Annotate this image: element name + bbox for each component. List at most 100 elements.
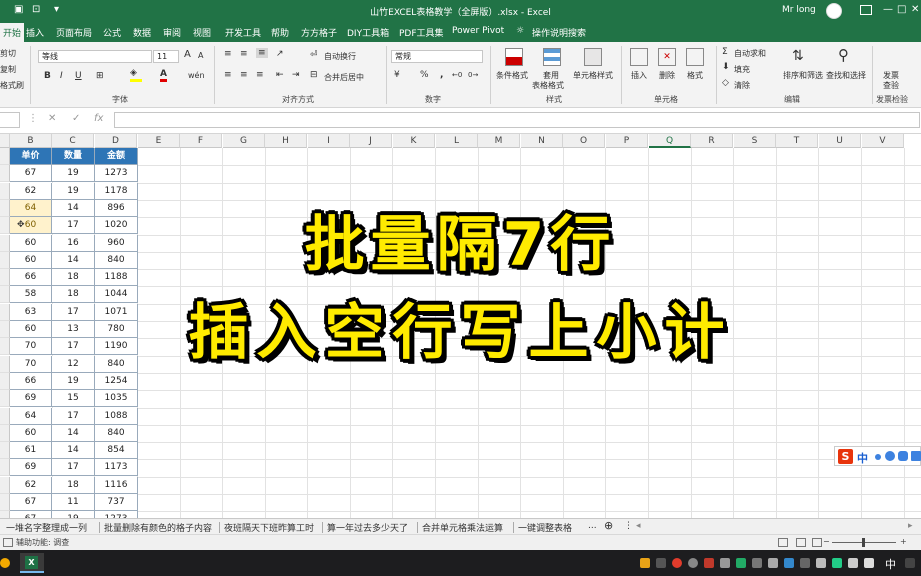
wrap-text-button[interactable]: 自动换行 xyxy=(324,51,356,62)
tray-app-icon[interactable] xyxy=(640,558,650,568)
ime-toolbar[interactable]: S 中 xyxy=(834,446,921,466)
column-header[interactable]: O xyxy=(563,134,605,148)
table-cell[interactable]: 19 xyxy=(52,165,95,182)
font-color-button[interactable]: A xyxy=(160,69,167,82)
tray-app-icon[interactable] xyxy=(768,558,778,568)
delete-cells-button[interactable]: 删除 xyxy=(659,70,675,81)
sheet-tab[interactable]: 批量删除有颜色的格子内容 xyxy=(104,521,212,534)
excel-taskbar-button[interactable]: X xyxy=(20,553,44,573)
column-header[interactable]: F xyxy=(180,134,222,148)
row-header[interactable] xyxy=(0,373,10,390)
sheet-tab[interactable]: 夜班隔天下班昨算工时 xyxy=(224,521,314,534)
table-cell[interactable]: 69 xyxy=(10,390,52,407)
tray-app-icon[interactable] xyxy=(816,558,826,568)
merge-center-button[interactable]: 合并后居中 xyxy=(324,72,364,83)
conditional-format-button[interactable]: 条件格式 xyxy=(496,70,528,81)
tab-diy-toolbox[interactable]: DIY工具箱 xyxy=(347,26,389,39)
more-sheets-button[interactable]: ... xyxy=(588,521,597,531)
accessibility-icon[interactable] xyxy=(3,538,13,547)
invoice-line2[interactable]: 查验 xyxy=(883,80,899,91)
sheet-tab[interactable]: 一键调整表格 xyxy=(518,521,572,534)
tab-view[interactable]: 视图 xyxy=(193,26,211,39)
orientation-icon[interactable]: ↗ xyxy=(276,49,284,59)
shrink-font-button[interactable]: A xyxy=(198,51,203,60)
cell-styles-button[interactable]: 单元格样式 xyxy=(573,70,613,81)
table-cell[interactable]: 1088 xyxy=(95,408,138,425)
column-header[interactable]: H xyxy=(265,134,307,148)
row-header[interactable] xyxy=(0,477,10,494)
column-header[interactable]: K xyxy=(393,134,435,148)
table-header-cell[interactable]: 金额 xyxy=(95,148,138,165)
table-cell[interactable]: 69 xyxy=(10,459,52,476)
align-right-icon[interactable]: ≡ xyxy=(256,70,264,80)
column-header[interactable]: I xyxy=(308,134,350,148)
tray-app-icon[interactable] xyxy=(720,558,730,568)
find-select-icon[interactable]: ⚲ xyxy=(838,46,849,64)
row-header[interactable] xyxy=(0,408,10,425)
tab-page-layout[interactable]: 页面布局 xyxy=(56,26,92,39)
tray-app-icon[interactable] xyxy=(752,558,762,568)
column-header[interactable]: T xyxy=(776,134,818,148)
table-cell[interactable]: 14 xyxy=(52,425,95,442)
sogou-logo[interactable]: S xyxy=(838,449,853,464)
name-box[interactable] xyxy=(0,112,20,128)
table-cell[interactable]: 67 xyxy=(10,511,52,518)
column-header[interactable]: R xyxy=(691,134,733,148)
table-cell[interactable]: 67 xyxy=(10,494,52,511)
column-header[interactable]: C xyxy=(52,134,94,148)
scroll-right-icon[interactable]: ▸ xyxy=(908,521,913,531)
table-cell[interactable]: 19 xyxy=(52,373,95,390)
tray-app-icon[interactable] xyxy=(832,558,842,568)
comma-button[interactable]: , xyxy=(440,70,443,80)
format-painter-button[interactable]: 格式刷 xyxy=(0,80,24,91)
row-header[interactable] xyxy=(0,165,10,182)
column-header[interactable]: J xyxy=(350,134,392,148)
number-format-select[interactable]: 常规 xyxy=(391,50,483,63)
increase-decimal-icon[interactable]: ←0 xyxy=(452,71,462,79)
align-center-icon[interactable]: ≡ xyxy=(240,70,248,80)
tray-app-icon[interactable] xyxy=(800,558,810,568)
volume-icon[interactable] xyxy=(864,558,874,568)
tray-app-icon[interactable] xyxy=(672,558,682,568)
row-header[interactable] xyxy=(0,494,10,511)
column-header[interactable]: G xyxy=(223,134,265,148)
column-header[interactable]: M xyxy=(478,134,520,148)
sheet-tab[interactable]: 合并单元格乘法运算 xyxy=(422,521,503,534)
zoom-in-icon[interactable]: + xyxy=(900,537,907,546)
cancel-entry-button[interactable]: ✕ xyxy=(48,113,56,124)
fill-button[interactable]: 填充 xyxy=(734,64,750,75)
table-cell[interactable]: 840 xyxy=(95,425,138,442)
row-header[interactable] xyxy=(0,390,10,407)
scroll-options-icon[interactable]: ⋮ xyxy=(624,521,633,531)
grow-font-button[interactable]: A xyxy=(184,49,191,60)
table-cell[interactable]: 1116 xyxy=(95,477,138,494)
zoom-out-icon[interactable]: − xyxy=(823,537,830,546)
keyboard-icon[interactable] xyxy=(911,451,921,461)
status-text[interactable]: 辅助功能: 调查 xyxy=(16,537,69,548)
decrease-decimal-icon[interactable]: 0→ xyxy=(468,71,478,79)
tray-app-icon[interactable] xyxy=(736,558,746,568)
align-bottom-icon[interactable]: ≡ xyxy=(256,48,268,58)
font-name-select[interactable]: 等线 xyxy=(38,50,152,63)
wrap-text-icon[interactable]: ⏎ xyxy=(310,50,318,60)
scroll-left-icon[interactable]: ◂ xyxy=(636,521,641,531)
increase-indent-icon[interactable]: ⇥ xyxy=(292,70,300,80)
page-break-view-icon[interactable] xyxy=(812,538,822,547)
column-header[interactable]: E xyxy=(138,134,180,148)
table-cell[interactable]: 1035 xyxy=(95,390,138,407)
ribbon-display-icon[interactable] xyxy=(860,5,872,15)
find-select-button[interactable]: 查找和选择 xyxy=(826,70,866,81)
align-left-icon[interactable]: ≡ xyxy=(224,70,232,80)
clear-icon[interactable]: ◇ xyxy=(722,78,729,88)
column-header[interactable]: V xyxy=(862,134,904,148)
table-cell[interactable]: 854 xyxy=(95,442,138,459)
tab-review[interactable]: 审阅 xyxy=(163,26,181,39)
copy-button[interactable]: 复制 xyxy=(0,64,16,75)
insert-cells-icon[interactable] xyxy=(630,48,648,66)
tray-app-icon[interactable] xyxy=(656,558,666,568)
underline-button[interactable]: U xyxy=(75,71,82,81)
column-header[interactable]: Q xyxy=(649,134,691,148)
user-name[interactable]: Mr long xyxy=(782,5,816,15)
decrease-indent-icon[interactable]: ⇤ xyxy=(276,70,284,80)
font-size-select[interactable]: 11 xyxy=(153,50,179,63)
